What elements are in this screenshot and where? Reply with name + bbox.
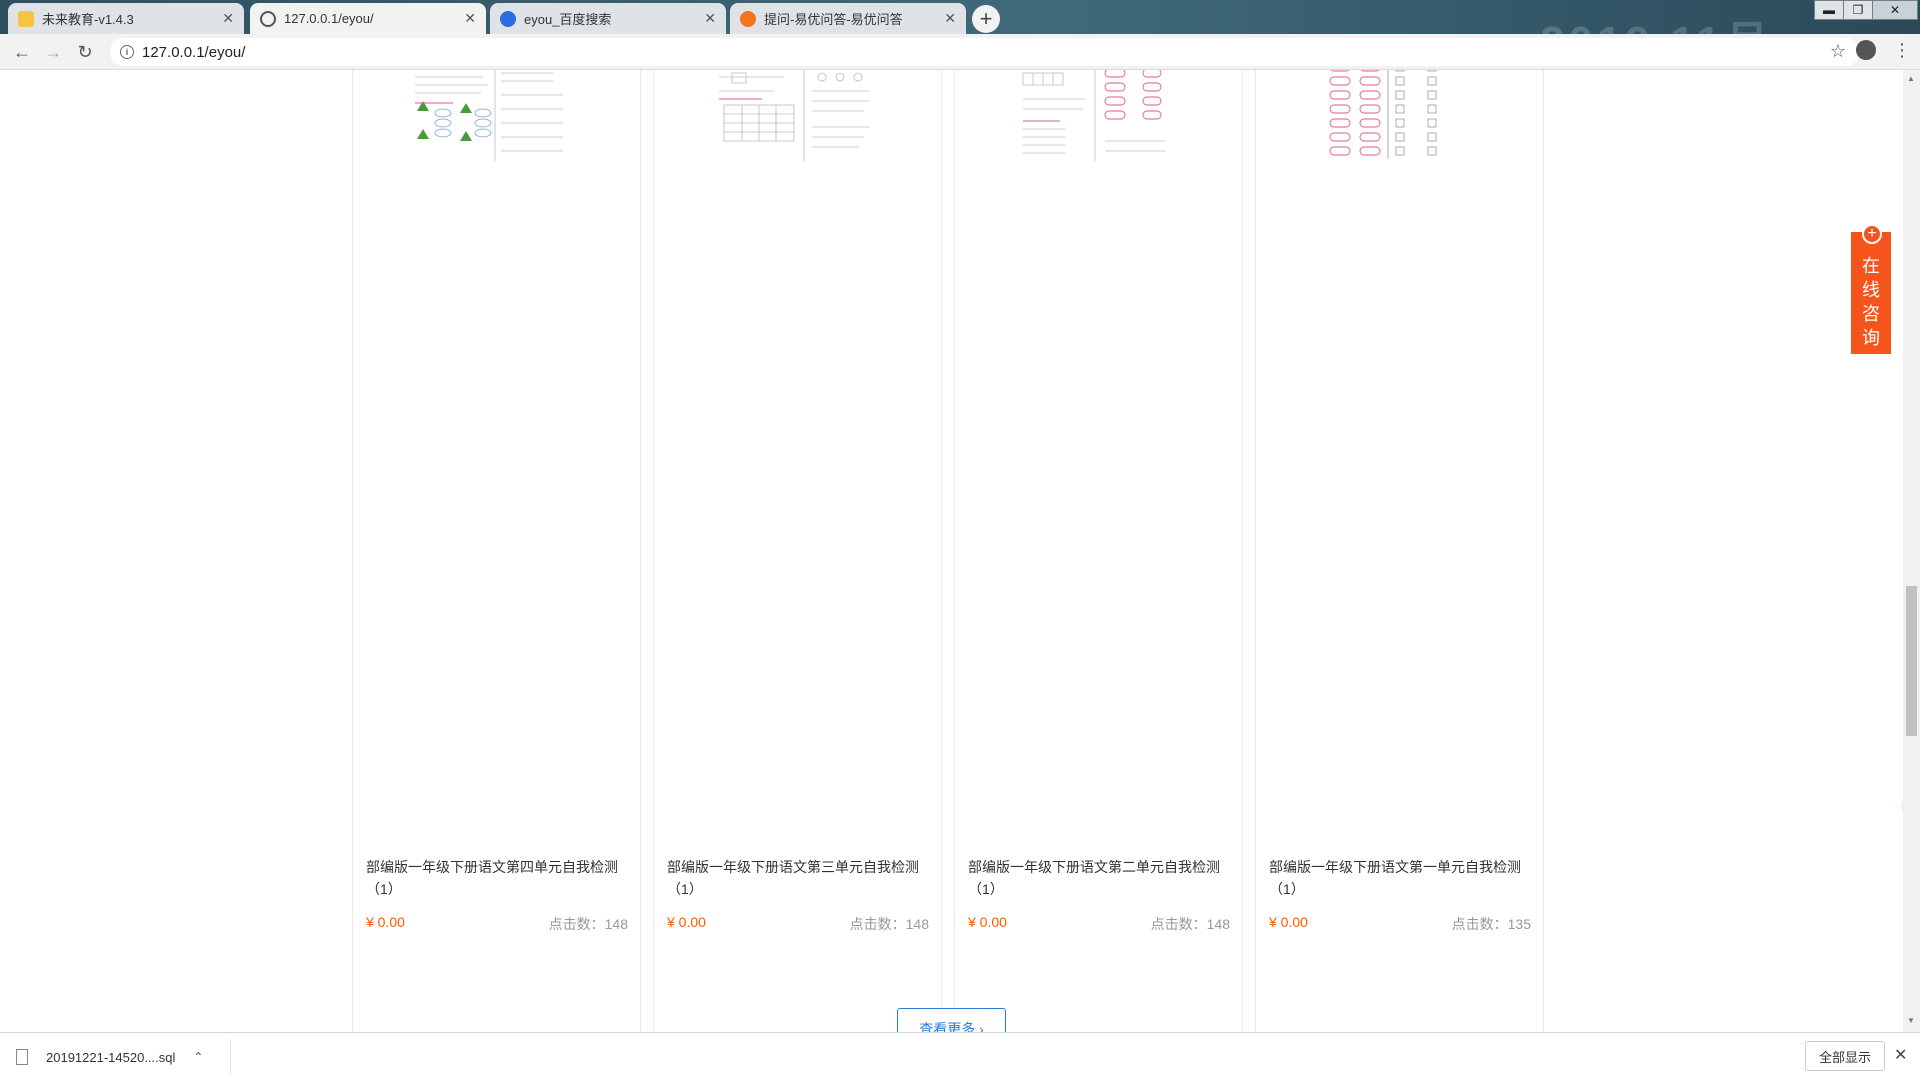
consult-label: 在线咨询 (1862, 256, 1880, 348)
maximize-button[interactable]: ❐ (1843, 0, 1873, 20)
forward-arrow-icon[interactable]: → (41, 40, 65, 64)
new-tab-button[interactable]: + (972, 5, 1000, 33)
product-card[interactable]: 部编版一年级下册语文第一单元自我检测（1） ¥ 0.00 点击数：135 (1255, 70, 1544, 1032)
tab-title: 未来教育-v1.4.3 (42, 12, 134, 27)
eyou-e-icon (740, 10, 756, 27)
info-icon[interactable]: i (120, 45, 134, 59)
download-shelf: 20191221-14520....sql ⌃ 全部显示 ✕ (0, 1032, 1920, 1080)
card-title[interactable]: 部编版一年级下册语文第一单元自我检测（1） (1269, 856, 1531, 900)
tab-title: 127.0.0.1/eyou/ (284, 11, 374, 26)
page-viewport: 部编版一年级下册语文第四单元自我检测（1） ¥ 0.00 点击数：148 部编版… (0, 70, 1920, 1032)
scroll-down-arrow-icon[interactable]: ▼ (1907, 1016, 1915, 1025)
show-all-downloads-button[interactable]: 全部显示 (1805, 1041, 1885, 1071)
card-price: ¥ 0.00 (667, 914, 706, 930)
card-click-count: 点击数：135 (1451, 916, 1531, 932)
back-arrow-icon[interactable]: ← (10, 40, 34, 64)
tab-title: 提问-易优问答-易优问答 (764, 12, 903, 27)
tab-close-icon[interactable]: ✕ (944, 10, 956, 27)
browser-toolbar: ← → ↻ i 127.0.0.1/eyou/ ☆ (0, 34, 1920, 70)
menu-icon[interactable]: ⋮ (1893, 40, 1911, 60)
tab-future-education[interactable]: 未来教育-v1.4.3 ✕ (8, 3, 244, 34)
card-price: ¥ 0.00 (366, 914, 405, 930)
card-price: ¥ 0.00 (1269, 914, 1308, 930)
chevron-up-icon[interactable]: ⌃ (193, 1050, 203, 1064)
product-card[interactable]: 部编版一年级下册语文第三单元自我检测（1） ¥ 0.00 点击数：148 (653, 70, 942, 1032)
download-filename[interactable]: 20191221-14520....sql (46, 1050, 175, 1065)
future-education-favicon-icon (18, 10, 34, 27)
download-item[interactable]: 20191221-14520....sql ⌃ (16, 1041, 203, 1073)
plus-icon: + (1862, 224, 1882, 244)
divider (230, 1039, 231, 1075)
browser-tab-strip: 2019 11月 未来教育-v1.4.3 ✕ 127.0.0.1/eyou/ ✕… (0, 0, 1920, 34)
product-card[interactable]: 部编版一年级下册语文第二单元自我检测（1） ¥ 0.00 点击数：148 (954, 70, 1243, 1032)
tab-close-icon[interactable]: ✕ (464, 10, 476, 27)
tab-close-icon[interactable]: ✕ (704, 10, 716, 27)
tab-baidu-search[interactable]: eyou_百度搜索 ✕ (490, 3, 726, 34)
view-more-button[interactable]: 查看更多 › (897, 1008, 1006, 1032)
product-card[interactable]: 部编版一年级下册语文第四单元自我检测（1） ¥ 0.00 点击数：148 (352, 70, 641, 1032)
tab-eyou-local[interactable]: 127.0.0.1/eyou/ ✕ (250, 3, 486, 34)
card-title[interactable]: 部编版一年级下册语文第四单元自我检测（1） (366, 856, 628, 900)
page-scrollbar[interactable]: ▲ ▼ (1903, 70, 1920, 1032)
globe-icon (260, 10, 276, 27)
worksheet-thumbnail[interactable] (955, 70, 1242, 161)
card-click-count: 点击数：148 (548, 916, 628, 932)
card-price: ¥ 0.00 (968, 914, 1007, 930)
star-icon[interactable]: ☆ (1830, 41, 1846, 62)
account-icon[interactable] (1856, 40, 1876, 60)
reload-icon[interactable]: ↻ (73, 40, 97, 64)
worksheet-thumbnail[interactable] (654, 70, 941, 161)
online-consult-button[interactable]: + 在线咨询 (1851, 224, 1891, 354)
scrollbar-thumb[interactable] (1906, 586, 1917, 736)
card-click-count: 点击数：148 (849, 916, 929, 932)
minimize-button[interactable]: ▬ (1814, 0, 1844, 20)
card-title[interactable]: 部编版一年级下册语文第二单元自我检测（1） (968, 856, 1230, 900)
worksheet-thumbnail[interactable] (353, 70, 640, 161)
tab-close-icon[interactable]: ✕ (222, 10, 234, 27)
scroll-up-arrow-icon[interactable]: ▲ (1907, 74, 1915, 83)
address-bar[interactable]: i 127.0.0.1/eyou/ ☆ (110, 38, 1860, 66)
tab-title: eyou_百度搜索 (524, 12, 612, 27)
close-window-button[interactable]: ✕ (1872, 0, 1918, 20)
card-click-count: 点击数：148 (1150, 916, 1230, 932)
address-text[interactable]: 127.0.0.1/eyou/ (142, 44, 245, 61)
worksheet-thumbnail[interactable] (1256, 70, 1543, 161)
baidu-paw-icon (500, 10, 516, 27)
desktop-watermark: 2019 11月 (1540, 6, 1773, 34)
file-icon (16, 1049, 28, 1065)
close-icon[interactable]: ✕ (1894, 1045, 1907, 1065)
tab-eyou-qa[interactable]: 提问-易优问答-易优问答 ✕ (730, 3, 966, 34)
card-title[interactable]: 部编版一年级下册语文第三单元自我检测（1） (667, 856, 929, 900)
